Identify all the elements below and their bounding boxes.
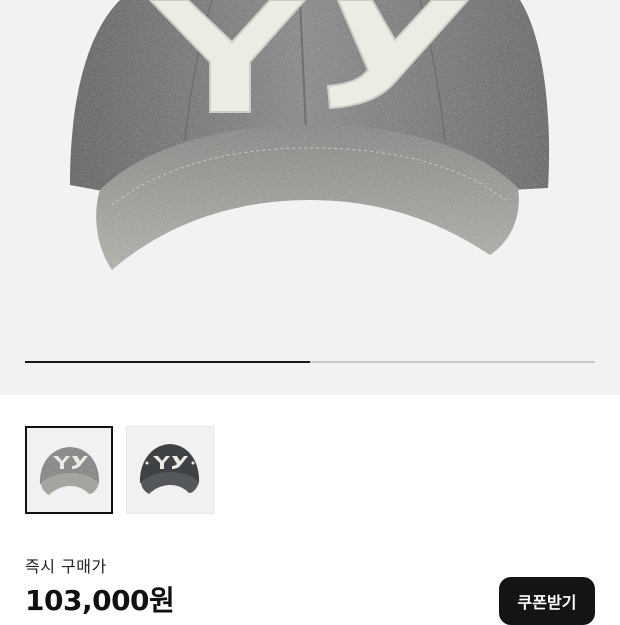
variant-thumbnails — [25, 426, 214, 516]
thumbnail-washed-grey[interactable] — [25, 426, 113, 514]
cap-photo — [70, 0, 550, 270]
product-image-carousel[interactable] — [0, 0, 620, 395]
coupon-button[interactable]: 쿠폰받기 — [499, 577, 595, 625]
thumbnail-charcoal[interactable] — [126, 426, 214, 514]
image-progress-track — [25, 361, 595, 363]
price-label: 즉시 구매가 — [25, 557, 107, 576]
image-progress-fill — [25, 361, 310, 363]
price-value: 103,000원 — [25, 584, 175, 617]
thumbnail-cap-grey-image — [39, 447, 100, 495]
thumbnail-cap-charcoal-image — [139, 444, 200, 494]
